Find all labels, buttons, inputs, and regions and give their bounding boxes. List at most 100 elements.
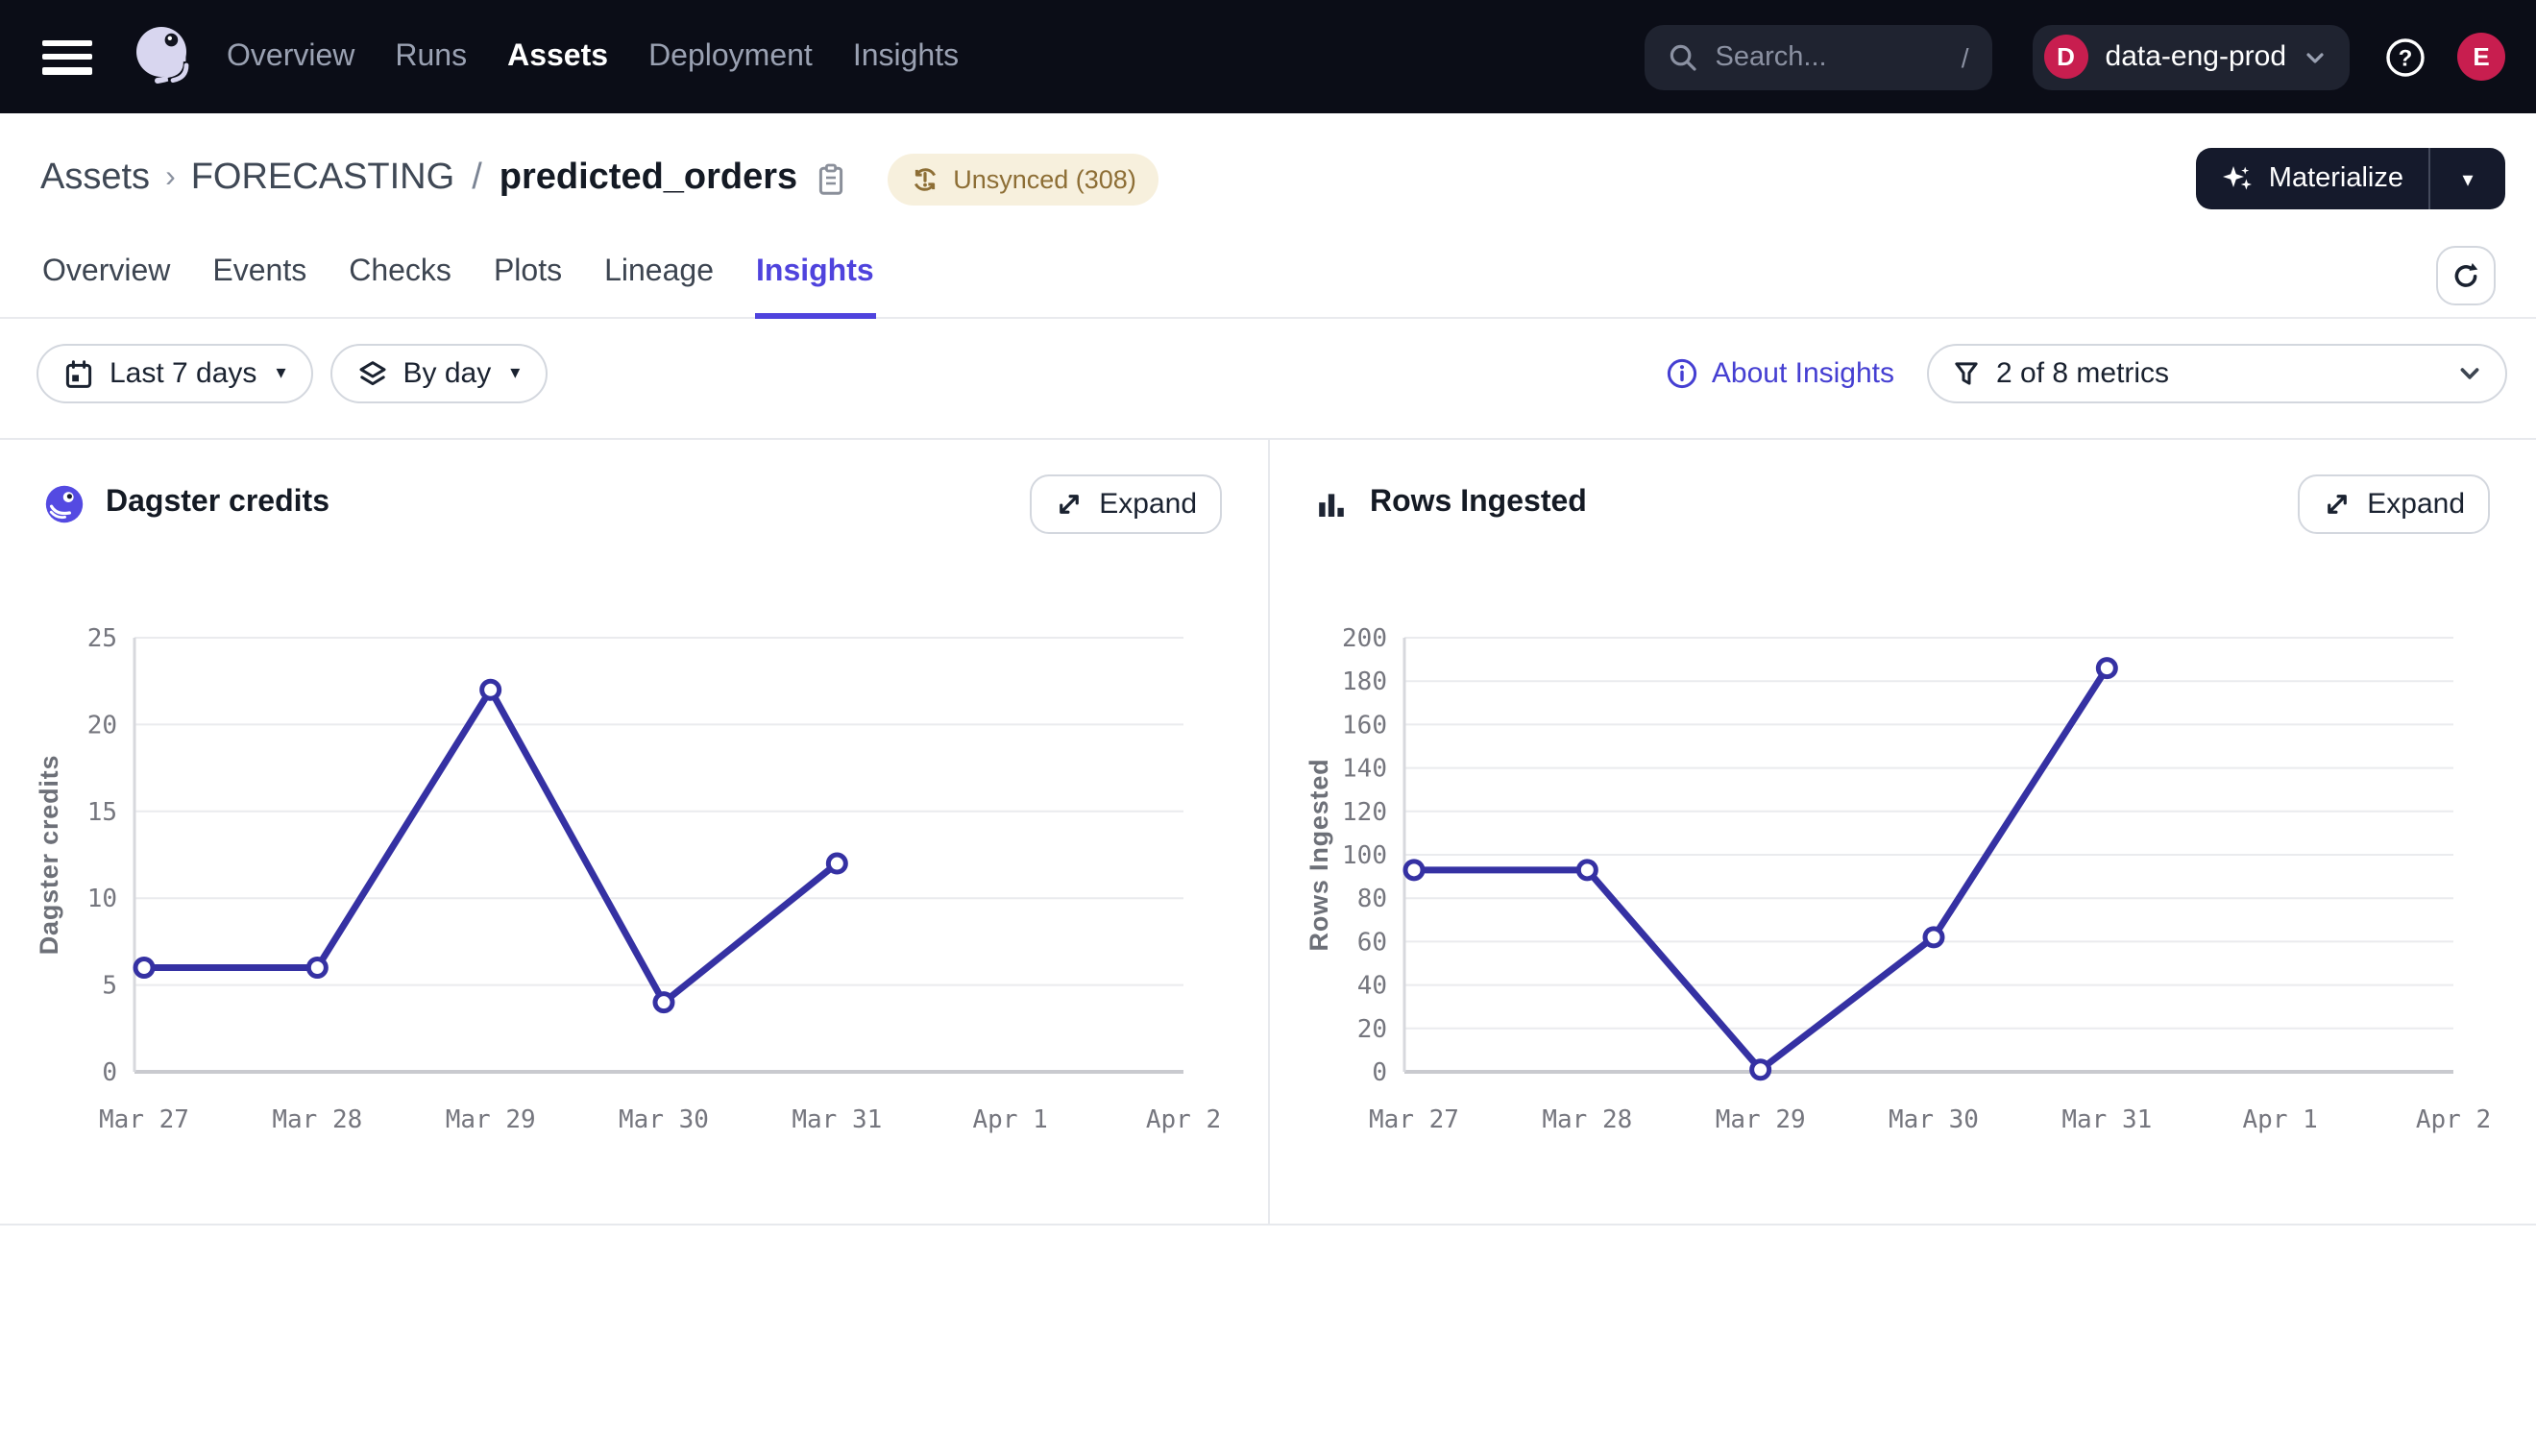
svg-text:100: 100: [1342, 841, 1387, 870]
expand-dagster-credits-button[interactable]: Expand: [1030, 473, 1222, 533]
svg-text:Dagster credits: Dagster credits: [35, 755, 63, 956]
app-root: Overview Runs Assets Deployment Insights…: [0, 0, 2536, 1456]
asset-tabs: Overview Events Checks Plots Lineage Ins…: [0, 229, 2536, 319]
expand-icon: [2323, 489, 2352, 518]
dagster-credits-chart[interactable]: 0510152025Mar 27Mar 28Mar 29Mar 30Mar 31…: [0, 567, 1268, 1224]
asset-name: predicted_orders: [500, 158, 797, 200]
rows-ingested-panel: Rows Ingested Expand 0204060801001201401…: [1268, 440, 2536, 1224]
refresh-button[interactable]: [2436, 246, 2496, 305]
status-badge[interactable]: Unsynced (308): [888, 153, 1159, 205]
svg-text:Apr 2: Apr 2: [1146, 1105, 1221, 1134]
dagster-credits-icon: [44, 483, 85, 523]
svg-text:Mar 31: Mar 31: [792, 1105, 882, 1134]
user-avatar[interactable]: E: [2457, 33, 2505, 81]
materialize-dropdown-button[interactable]: ▾: [2430, 148, 2505, 209]
help-button[interactable]: ?: [2382, 34, 2428, 80]
nav-item-runs[interactable]: Runs: [391, 32, 471, 82]
rows-ingested-title: Rows Ingested: [1370, 486, 1587, 521]
deployment-name: data-eng-prod: [2106, 40, 2286, 73]
tab-insights[interactable]: Insights: [754, 229, 876, 319]
breadcrumb-separator: /: [472, 158, 482, 200]
svg-text:160: 160: [1342, 711, 1387, 740]
svg-text:0: 0: [1372, 1058, 1387, 1087]
tab-plots[interactable]: Plots: [492, 229, 564, 319]
search-icon: [1668, 41, 1698, 72]
tab-checks[interactable]: Checks: [347, 229, 453, 319]
svg-text:Apr 1: Apr 1: [973, 1105, 1048, 1134]
svg-text:20: 20: [1357, 1015, 1387, 1044]
svg-text:25: 25: [87, 624, 117, 653]
expand-label: Expand: [2367, 487, 2465, 520]
filter-funnel-icon: [1952, 359, 1981, 388]
svg-text:180: 180: [1342, 667, 1387, 696]
top-nav: Overview Runs Assets Deployment Insights…: [0, 0, 2536, 113]
chevron-down-icon: [2304, 45, 2327, 68]
expand-rows-ingested-button[interactable]: Expand: [2298, 473, 2490, 533]
dagster-logo-icon[interactable]: [127, 18, 200, 95]
svg-text:Mar 28: Mar 28: [1542, 1105, 1632, 1134]
expand-icon: [1055, 489, 1084, 518]
granularity-dropdown[interactable]: By day ▾: [330, 344, 548, 403]
date-range-dropdown[interactable]: Last 7 days ▾: [37, 344, 313, 403]
expand-label: Expand: [1099, 487, 1197, 520]
svg-text:Mar 28: Mar 28: [272, 1105, 362, 1134]
metrics-filter-select[interactable]: 2 of 8 metrics: [1927, 344, 2507, 403]
search-shortcut-hint: /: [1962, 41, 1969, 72]
tab-events[interactable]: Events: [210, 229, 308, 319]
breadcrumb-assets-link[interactable]: Assets: [40, 158, 150, 200]
insights-panels: Dagster credits Expand 0510152025Mar 27M…: [0, 438, 2536, 1225]
dagster-credits-header: Dagster credits Expand: [0, 440, 1268, 567]
search-input[interactable]: Search... /: [1645, 24, 1992, 89]
svg-text:Apr 1: Apr 1: [2243, 1105, 2318, 1134]
sync-alert-icon: [911, 164, 939, 193]
granularity-label: By day: [403, 357, 492, 390]
svg-text:15: 15: [87, 798, 117, 827]
nav-item-deployment[interactable]: Deployment: [645, 32, 817, 82]
caret-down-icon: ▾: [510, 363, 520, 384]
breadcrumb-chevron: ›: [165, 161, 176, 196]
tab-lineage[interactable]: Lineage: [602, 229, 716, 319]
hamburger-menu-icon[interactable]: [42, 39, 92, 74]
svg-text:10: 10: [87, 885, 117, 913]
svg-text:20: 20: [87, 711, 117, 740]
sparkles-icon: [2221, 162, 2254, 195]
chevron-down-icon: [2457, 361, 2482, 386]
svg-text:Mar 30: Mar 30: [619, 1105, 709, 1134]
calendar-icon: [63, 358, 94, 389]
nav-item-overview[interactable]: Overview: [223, 32, 358, 82]
refresh-icon: [2450, 259, 2482, 292]
materialize-label: Materialize: [2269, 163, 2403, 194]
clipboard-icon: [817, 162, 845, 195]
dagster-credits-title: Dagster credits: [106, 486, 329, 521]
info-icon: [1666, 357, 1698, 390]
insights-filter-row: Last 7 days ▾ By day ▾ About Insights 2: [0, 319, 2536, 421]
rows-ingested-chart[interactable]: 020406080100120140160180200Mar 27Mar 28M…: [1270, 567, 2536, 1224]
breadcrumb-group-link[interactable]: FORECASTING: [191, 158, 454, 200]
svg-text:Mar 29: Mar 29: [446, 1105, 536, 1134]
svg-text:Mar 27: Mar 27: [99, 1105, 189, 1134]
copy-asset-name-button[interactable]: [817, 162, 845, 195]
svg-text:140: 140: [1342, 755, 1387, 784]
svg-text:Apr 2: Apr 2: [2416, 1105, 2491, 1134]
svg-text:60: 60: [1357, 928, 1387, 957]
dagster-credits-panel: Dagster credits Expand 0510152025Mar 27M…: [0, 440, 1268, 1224]
materialize-split-button: Materialize ▾: [2196, 148, 2505, 209]
deployment-switcher[interactable]: D data-eng-prod: [2033, 24, 2350, 89]
tab-overview[interactable]: Overview: [40, 229, 172, 319]
nav-item-assets[interactable]: Assets: [503, 32, 612, 82]
svg-text:Mar 31: Mar 31: [2061, 1105, 2152, 1134]
svg-text:0: 0: [102, 1058, 117, 1087]
deployment-badge: D: [2044, 35, 2088, 79]
search-placeholder: Search...: [1716, 41, 1944, 72]
rows-ingested-header: Rows Ingested Expand: [1270, 440, 2536, 567]
svg-text:Mar 30: Mar 30: [1889, 1105, 1979, 1134]
about-insights-link[interactable]: About Insights: [1666, 357, 1894, 390]
status-badge-label: Unsynced (308): [953, 164, 1136, 193]
svg-text:?: ?: [2399, 44, 2413, 70]
date-range-label: Last 7 days: [110, 357, 256, 390]
materialize-button[interactable]: Materialize: [2196, 148, 2428, 209]
bar-chart-icon: [1314, 486, 1349, 521]
nav-item-insights[interactable]: Insights: [849, 32, 963, 82]
about-insights-label: About Insights: [1712, 357, 1894, 390]
nav-links: Overview Runs Assets Deployment Insights: [223, 32, 963, 82]
